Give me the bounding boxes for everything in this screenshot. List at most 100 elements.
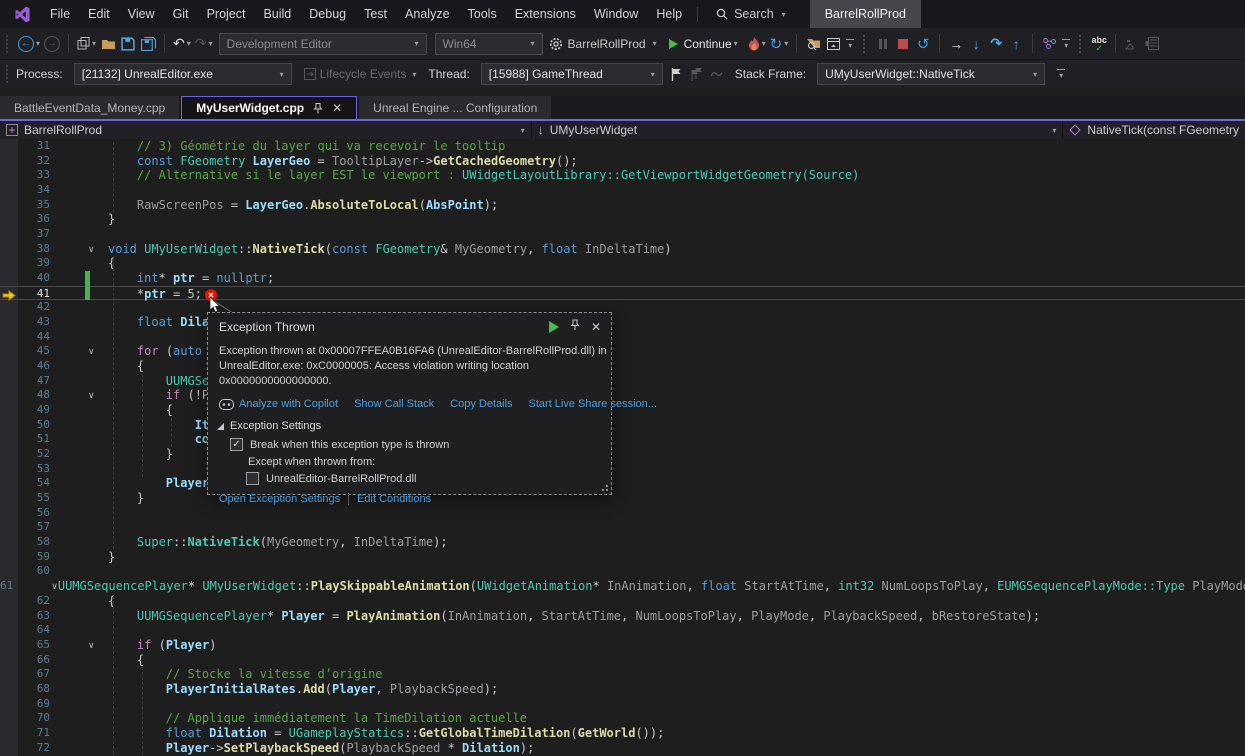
code-line-62[interactable]: 62{ [0,594,1245,609]
chevron-down-icon[interactable]: ▾ [784,39,788,48]
fold-chevron-icon[interactable]: ∨ [50,344,108,359]
show-next-statement-button[interactable]: → [946,32,966,56]
line-number-66[interactable]: 66 [0,653,50,668]
line-number-43[interactable]: 43 [0,315,50,330]
code-line-52[interactable]: 52 } [0,447,1245,462]
menu-item-edit[interactable]: Edit [79,0,119,28]
line-number-40[interactable]: 40 [0,271,50,286]
resize-grip[interactable] [600,483,608,491]
line-number-71[interactable]: 71 [0,726,50,741]
code-text[interactable]: { [108,594,115,609]
code-line-36[interactable]: 36} [0,212,1245,227]
code-text[interactable]: RawScreenPos = LayerGeo.AbsoluteToLocal(… [108,198,498,213]
code-line-41[interactable]: 41 *ptr = 5; [0,286,1245,301]
line-number-35[interactable]: 35 [0,198,50,213]
line-number-51[interactable]: 51 [0,432,50,447]
continue-icon[interactable] [549,321,559,333]
menu-item-extensions[interactable]: Extensions [506,0,585,28]
spell-check-button[interactable]: abc✓ [1089,32,1109,56]
line-number-69[interactable]: 69 [0,697,50,712]
navigate-back-button[interactable]: ←▾ [16,32,42,56]
tab-battleeventdata-money[interactable]: BattleEventData_Money.cpp [0,96,179,119]
code-text[interactable]: if (Player) [108,638,216,653]
line-number-56[interactable]: 56 [0,506,50,521]
line-number-72[interactable]: 72 [0,741,50,756]
code-text[interactable]: // Alternative si le layer EST le viewpo… [108,168,859,183]
solution-platform-select[interactable]: Win64▾ [435,33,543,55]
step-into-button[interactable]: ↓ [966,32,986,56]
pin-icon[interactable] [570,319,580,334]
code-text[interactable]: { [108,256,115,271]
new-item-button[interactable]: ▾ [75,32,98,56]
code-line-72[interactable]: 72 Player->SetPlaybackSpeed(PlaybackSpee… [0,741,1245,756]
code-text[interactable]: // Stocke la vitesse d’origine [108,667,383,682]
line-number-49[interactable]: 49 [0,403,50,418]
menu-item-tools[interactable]: Tools [459,0,506,28]
menu-item-analyze[interactable]: Analyze [396,0,458,28]
exception-settings-header[interactable]: Exception Settings [208,410,611,432]
flag-threads-button[interactable] [667,62,687,86]
code-line-46[interactable]: 46 { [0,359,1245,374]
edit-conditions-link[interactable]: Edit Conditions [357,493,431,505]
navbar-member-dropdown[interactable]: NativeTick(const FGeometry [1063,121,1245,139]
code-text[interactable]: for (auto [108,344,202,359]
search-box[interactable]: Search ▾ [708,7,794,21]
save-all-button[interactable] [138,32,158,56]
code-line-40[interactable]: 40 int* ptr = nullptr; [0,271,1245,286]
line-number-65[interactable]: 65 [0,638,50,653]
menu-item-test[interactable]: Test [355,0,396,28]
chevron-down-icon[interactable]: ▾ [209,39,213,48]
line-number-37[interactable]: 37 [0,227,50,242]
fold-chevron-icon[interactable]: ∨ [50,638,108,653]
code-line-68[interactable]: 68 PlayerInitialRates.Add(Player, Playba… [0,682,1245,697]
code-line-32[interactable]: 32 const FGeometry LayerGeo = TooltipLay… [0,154,1245,169]
menu-item-build[interactable]: Build [254,0,300,28]
code-text[interactable]: *ptr = 5; [108,287,202,300]
line-number-57[interactable]: 57 [0,520,50,535]
line-number-61[interactable]: 61 [0,579,13,594]
find-in-files-button[interactable] [803,32,823,56]
code-text[interactable]: Player->SetPlaybackSpeed(PlaybackSpeed *… [108,741,534,756]
chevron-down-icon[interactable]: ▾ [92,39,96,48]
close-icon[interactable]: ✕ [332,101,342,115]
code-text[interactable]: float Dila [108,315,209,330]
line-number-70[interactable]: 70 [0,711,50,726]
code-text[interactable]: } [108,447,173,462]
window-button[interactable] [823,32,843,56]
code-text[interactable]: PlayerInitialRates.Add(Player, PlaybackS… [108,682,498,697]
line-number-58[interactable]: 58 [0,535,50,550]
tab-myuserwidget[interactable]: MyUserWidget.cpp ✕ [181,96,357,119]
code-text[interactable]: UUMGSequencePlayer* UMyUserWidget::PlayS… [58,579,1245,594]
code-line-37[interactable]: 37 [0,227,1245,242]
code-line-70[interactable]: 70 // Applique immédiatement la TimeDila… [0,711,1245,726]
code-text[interactable]: It [108,418,209,433]
chevron-down-icon[interactable]: ▾ [187,39,191,48]
code-line-71[interactable]: 71 float Dilation = UGameplayStatics::Ge… [0,726,1245,741]
visual-studio-logo-icon[interactable] [14,6,31,23]
code-text[interactable]: UUMGSequencePlayer* Player = PlayAnimati… [108,609,1040,624]
line-number-39[interactable]: 39 [0,256,50,271]
menu-item-debug[interactable]: Debug [300,0,355,28]
step-out-button[interactable]: ↑ [1006,32,1026,56]
code-line-44[interactable]: 44 [0,330,1245,345]
line-number-54[interactable]: 54 [0,476,50,491]
toolbar-overflow-button[interactable]: ▾ [846,38,854,50]
code-line-34[interactable]: 34 [0,183,1245,198]
code-line-59[interactable]: 59} [0,550,1245,565]
line-number-31[interactable]: 31 [0,139,50,154]
start-live-share-link[interactable]: Start Live Share session... [529,398,657,410]
menu-item-help[interactable]: Help [647,0,691,28]
menu-item-project[interactable]: Project [198,0,255,28]
open-file-button[interactable] [98,32,118,56]
tab-unreal-engine-configuration[interactable]: Unreal Engine ... Configuration [359,96,551,119]
line-number-50[interactable]: 50 [0,418,50,433]
line-number-68[interactable]: 68 [0,682,50,697]
code-line-31[interactable]: 31 // 3) Géométrie du layer qui va recev… [0,139,1245,154]
line-number-45[interactable]: 45 [0,344,50,359]
save-button[interactable] [118,32,138,56]
toolbar-overflow-button[interactable]: ▾ [1062,38,1070,50]
line-number-55[interactable]: 55 [0,491,50,506]
code-line-58[interactable]: 58 Super::NativeTick(MyGeometry, InDelta… [0,535,1245,550]
code-line-39[interactable]: 39 { [0,256,1245,271]
undo-button[interactable]: ↶▾ [171,32,193,56]
